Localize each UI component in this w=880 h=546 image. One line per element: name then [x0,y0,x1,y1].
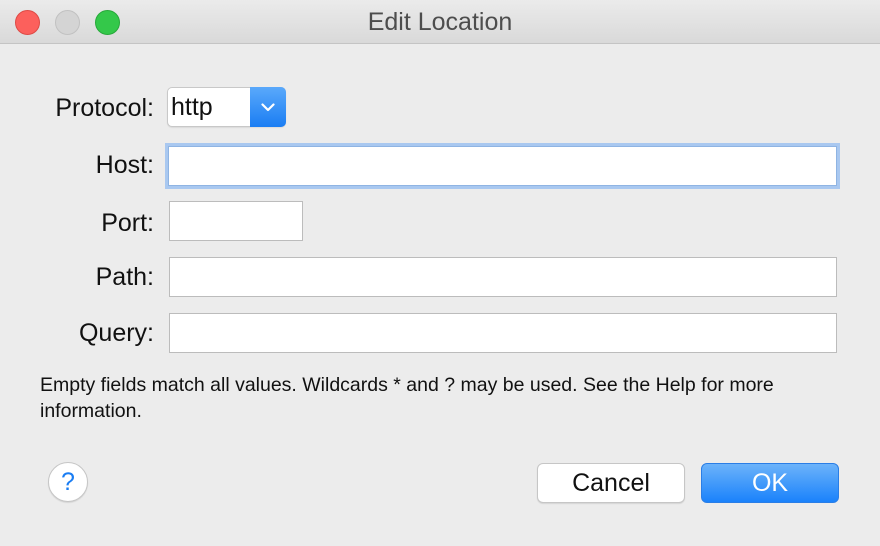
protocol-select-value: http [171,93,213,121]
path-label: Path: [95,263,154,291]
query-input[interactable] [169,313,837,353]
port-input[interactable] [169,201,303,241]
protocol-label: Protocol: [55,94,154,122]
help-note: Empty fields match all values. Wildcards… [40,374,774,422]
help-icon: ? [61,468,75,496]
host-input[interactable] [168,146,837,186]
host-label: Host: [95,151,154,179]
ok-button[interactable]: OK [701,463,839,503]
edit-location-dialog: Edit Location Protocol: http Host: Port:… [0,0,880,546]
chevron-down-icon[interactable] [250,87,286,127]
path-input[interactable] [169,257,837,297]
cancel-button[interactable]: Cancel [537,463,685,503]
protocol-select[interactable]: http [167,87,286,127]
query-label: Query: [78,319,154,347]
port-label: Port: [101,209,154,237]
title-bar[interactable]: Edit Location [0,0,880,44]
help-button[interactable]: ? [48,462,88,502]
window-title: Edit Location [367,8,513,36]
